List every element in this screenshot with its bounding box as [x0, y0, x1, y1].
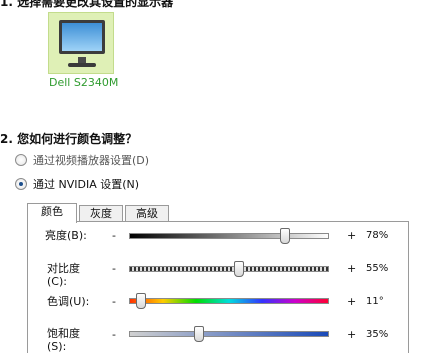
radio-label: 通过视频播放器设置(D) [33, 154, 150, 167]
brightness-increase[interactable]: + [347, 229, 356, 242]
radio-nvidia-settings[interactable]: 通过 NVIDIA 设置(N) [15, 176, 139, 192]
display-name[interactable]: Dell S2340M [49, 76, 118, 89]
step2-title: 2. 您如何进行颜色调整？ [0, 132, 138, 146]
tab-color[interactable]: 颜色 [27, 203, 77, 223]
hue-slider-track[interactable] [129, 298, 329, 304]
contrast-label-shortcut: (C): [47, 275, 67, 288]
saturation-label: 饱和度 [47, 327, 80, 340]
hue-value: 11° [366, 296, 384, 307]
contrast-label: 对比度 [47, 262, 80, 275]
brightness-decrease[interactable]: - [112, 229, 116, 242]
saturation-decrease[interactable]: - [112, 328, 116, 341]
radio-video-player-settings[interactable]: 通过视频播放器设置(D) [15, 152, 149, 168]
hue-decrease[interactable]: - [112, 295, 116, 308]
brightness-value: 78% [366, 230, 389, 241]
brightness-label: 亮度(B): [45, 229, 87, 242]
contrast-slider-thumb[interactable] [234, 261, 244, 277]
contrast-increase[interactable]: + [347, 262, 356, 275]
brightness-slider-track[interactable] [129, 233, 329, 239]
contrast-decrease[interactable]: - [112, 262, 116, 275]
hue-slider-thumb[interactable] [136, 293, 146, 309]
display-tile[interactable] [48, 12, 114, 74]
monitor-base [68, 63, 96, 67]
saturation-slider-track[interactable] [129, 331, 329, 337]
radio-button-checked[interactable] [15, 178, 27, 190]
radio-label: 通过 NVIDIA 设置(N) [33, 178, 140, 191]
hue-label: 色调(U): [47, 295, 90, 308]
hue-increase[interactable]: + [347, 295, 356, 308]
tab-advanced[interactable]: 高级 [125, 205, 169, 222]
saturation-slider-thumb[interactable] [194, 326, 204, 342]
radio-button[interactable] [15, 154, 27, 166]
monitor-icon [59, 20, 105, 54]
step1-title: 1. 选择需要更改其设置的显示器 [0, 0, 174, 9]
saturation-value: 35% [366, 329, 389, 340]
saturation-label-shortcut: (S): [47, 340, 67, 353]
brightness-slider-thumb[interactable] [280, 228, 290, 244]
saturation-increase[interactable]: + [347, 328, 356, 341]
contrast-slider-track[interactable] [129, 266, 329, 272]
tab-gamma[interactable]: 灰度 [79, 205, 123, 222]
contrast-value: 55% [366, 263, 389, 274]
